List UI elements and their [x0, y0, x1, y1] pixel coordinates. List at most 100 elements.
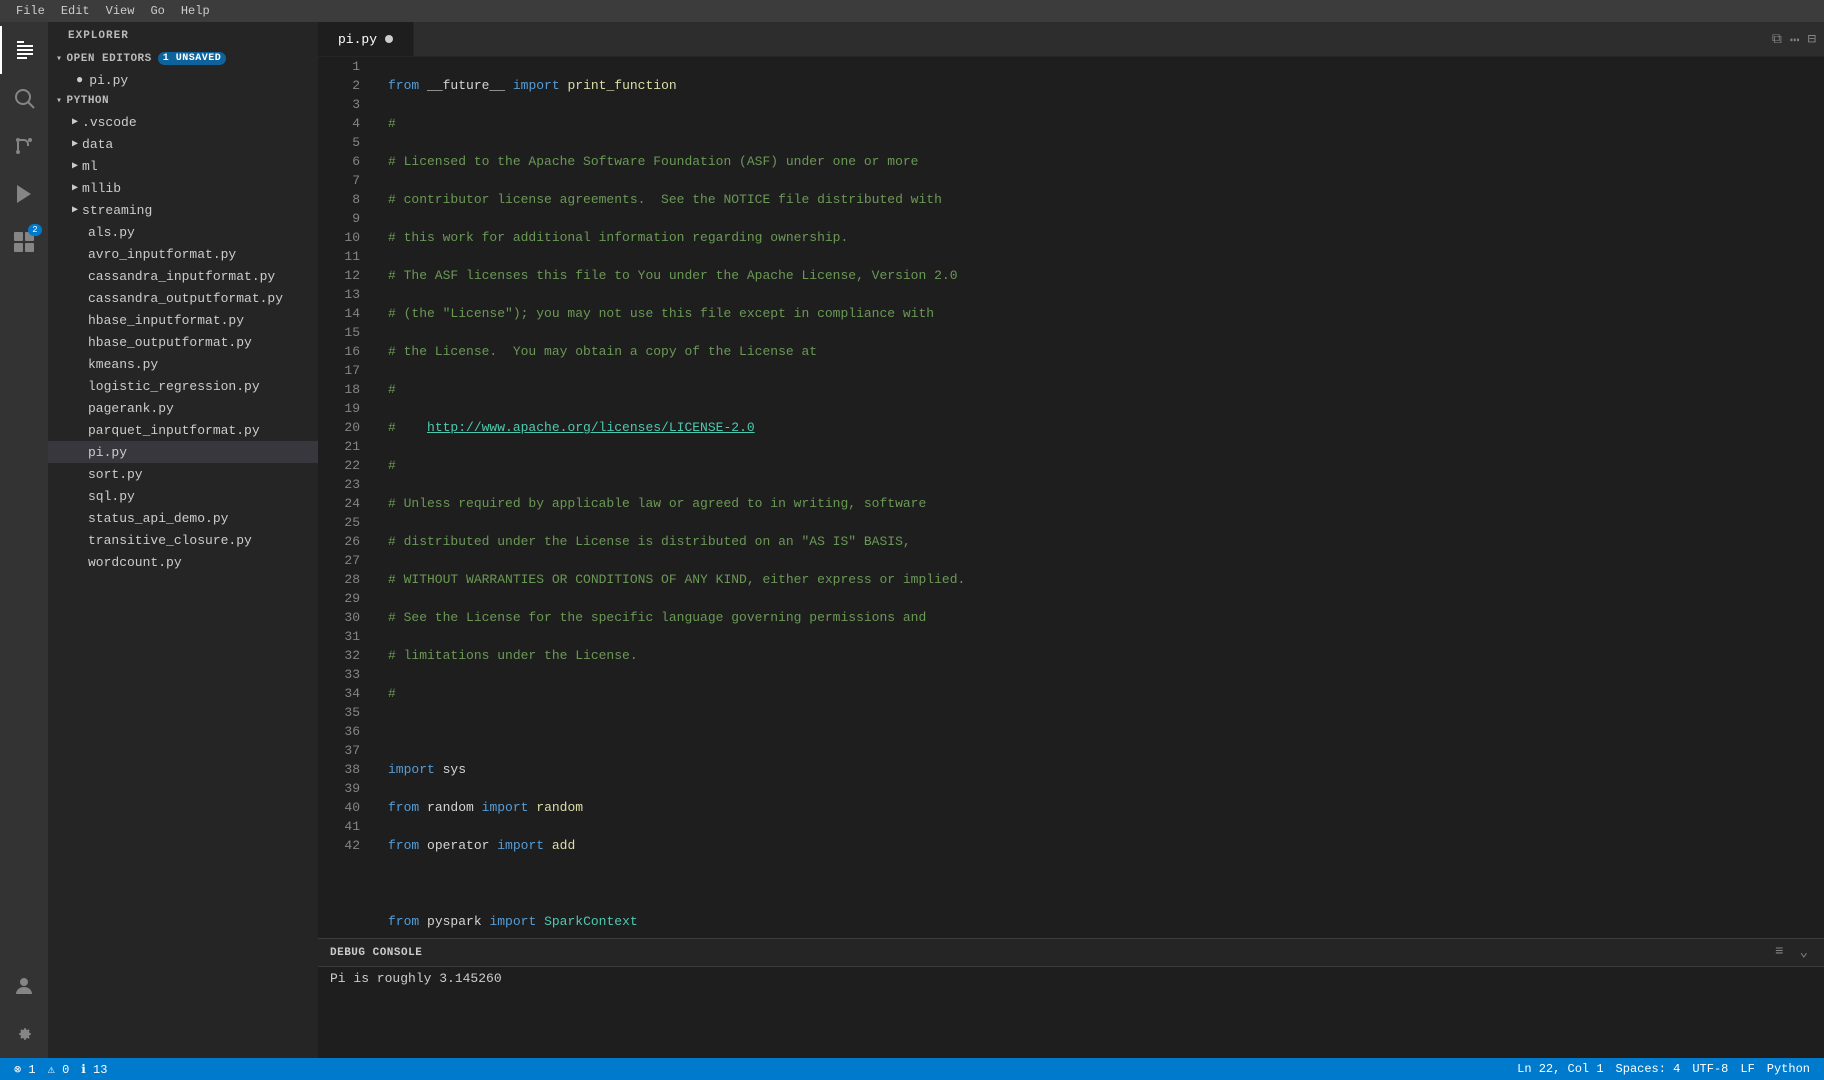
sidebar: Explorer ▾ Open Editors 1 Unsaved ● pi.p… [48, 22, 318, 1058]
folder-mllib-chevron: ▶ [72, 182, 78, 194]
menu-view[interactable]: View [98, 2, 143, 20]
debug-console-output: Pi is roughly 3.145260 [330, 971, 502, 986]
tab-filename: pi.py [338, 32, 377, 47]
file-pi-py[interactable]: pi.py [48, 441, 318, 463]
more-actions-icon[interactable]: ⋯ [1790, 30, 1800, 50]
editor-area: pi.py ⧉ ⋯ ⊟ 12345 678910 1112131415 1617… [318, 22, 1824, 1058]
status-info[interactable]: ℹ 13 [75, 1058, 113, 1080]
file-hbase-in-label: hbase_inputformat.py [88, 313, 244, 328]
explorer-icon[interactable] [0, 26, 48, 74]
status-warnings[interactable]: ⚠ 0 [42, 1058, 76, 1080]
status-line-col-label: Ln 22, Col 1 [1517, 1062, 1603, 1076]
status-line-ending[interactable]: LF [1734, 1058, 1760, 1080]
status-spaces-label: Spaces: 4 [1616, 1062, 1681, 1076]
folder-mllib[interactable]: ▶ mllib [48, 177, 318, 199]
file-sql-label: sql.py [88, 489, 135, 504]
console-format-icon[interactable]: ≡ [1771, 942, 1787, 963]
console-expand-icon[interactable]: ⌄ [1796, 942, 1812, 963]
source-control-icon[interactable] [0, 122, 48, 170]
file-cassandra-out-py[interactable]: cassandra_outputformat.py [48, 287, 318, 309]
file-sort-label: sort.py [88, 467, 143, 482]
folder-data-label: data [82, 137, 113, 152]
file-kmeans-py[interactable]: kmeans.py [48, 353, 318, 375]
file-icon: ● [76, 73, 83, 87]
file-cassandra-out-label: cassandra_outputformat.py [88, 291, 283, 306]
open-editor-pi-py[interactable]: ● pi.py [48, 69, 318, 91]
editor-tab-pi-py[interactable]: pi.py [318, 22, 414, 56]
folder-streaming[interactable]: ▶ streaming [48, 199, 318, 221]
python-chevron: ▾ [56, 95, 63, 107]
python-section-header[interactable]: ▾ Python [48, 91, 318, 111]
collapse-icon[interactable]: ⊟ [1808, 31, 1816, 48]
open-editors-header[interactable]: ▾ Open Editors 1 Unsaved [48, 48, 318, 69]
status-spaces[interactable]: Spaces: 4 [1610, 1058, 1687, 1080]
folder-vscode[interactable]: ▶ .vscode [48, 111, 318, 133]
status-bar: ⊗ 1 ⚠ 0 ℹ 13 Ln 22, Col 1 Spaces: 4 UTF-… [0, 1058, 1824, 1080]
account-icon[interactable] [0, 962, 48, 1010]
menu-help[interactable]: Help [173, 2, 218, 20]
status-language[interactable]: Python [1761, 1058, 1816, 1080]
open-editors-label: Open Editors [67, 53, 152, 65]
extensions-badge: 2 [28, 224, 42, 236]
menubar: File Edit View Go Help [0, 0, 1824, 22]
file-cassandra-in-py[interactable]: cassandra_inputformat.py [48, 265, 318, 287]
menu-edit[interactable]: Edit [53, 2, 98, 20]
file-transitive-py[interactable]: transitive_closure.py [48, 529, 318, 551]
file-status-api-label: status_api_demo.py [88, 511, 228, 526]
menu-go[interactable]: Go [142, 2, 172, 20]
status-info-label: ℹ 13 [81, 1062, 107, 1077]
file-pagerank-py[interactable]: pagerank.py [48, 397, 318, 419]
python-label: Python [67, 95, 110, 107]
code-lines[interactable]: from __future__ import print_function # … [368, 57, 1824, 938]
folder-ml[interactable]: ▶ ml [48, 155, 318, 177]
line-numbers: 12345 678910 1112131415 1617181920 21222… [318, 57, 368, 938]
file-kmeans-label: kmeans.py [88, 357, 158, 372]
status-language-label: Python [1767, 1062, 1810, 1076]
file-wordcount-py[interactable]: wordcount.py [48, 551, 318, 573]
file-pi-label: pi.py [88, 445, 127, 460]
file-transitive-label: transitive_closure.py [88, 533, 252, 548]
menu-file[interactable]: File [8, 2, 53, 20]
tab-modified-dot [385, 35, 393, 43]
run-icon[interactable] [0, 170, 48, 218]
editor-content[interactable]: 12345 678910 1112131415 1617181920 21222… [318, 57, 1824, 1058]
status-encoding-label: UTF-8 [1692, 1062, 1728, 1076]
file-status-api-py[interactable]: status_api_demo.py [48, 507, 318, 529]
file-pagerank-label: pagerank.py [88, 401, 174, 416]
open-editor-filename: pi.py [89, 73, 128, 88]
status-line-col[interactable]: Ln 22, Col 1 [1511, 1058, 1609, 1080]
settings-icon[interactable] [0, 1010, 48, 1058]
split-editor-icon[interactable]: ⧉ [1772, 32, 1782, 48]
status-warnings-label: ⚠ 0 [48, 1062, 70, 1077]
debug-console: Debug Console ≡ ⌄ Pi is roughly 3.145260 [318, 938, 1824, 1058]
extensions-icon[interactable]: 2 [0, 218, 48, 266]
file-cassandra-in-label: cassandra_inputformat.py [88, 269, 275, 284]
status-encoding[interactable]: UTF-8 [1686, 1058, 1734, 1080]
file-avro-label: avro_inputformat.py [88, 247, 236, 262]
file-logistic-py[interactable]: logistic_regression.py [48, 375, 318, 397]
activity-bar: 2 [0, 22, 48, 1058]
file-hbase-in-py[interactable]: hbase_inputformat.py [48, 309, 318, 331]
folder-streaming-chevron: ▶ [72, 204, 78, 216]
debug-console-content: Pi is roughly 3.145260 [318, 967, 1824, 1058]
file-sql-py[interactable]: sql.py [48, 485, 318, 507]
folder-ml-chevron: ▶ [72, 160, 78, 172]
file-hbase-out-py[interactable]: hbase_outputformat.py [48, 331, 318, 353]
folder-vscode-label: .vscode [82, 115, 137, 130]
file-avro-py[interactable]: avro_inputformat.py [48, 243, 318, 265]
file-sort-py[interactable]: sort.py [48, 463, 318, 485]
folder-vscode-chevron: ▶ [72, 116, 78, 128]
open-editors-chevron: ▾ [56, 53, 63, 65]
file-als-py[interactable]: als.py [48, 221, 318, 243]
search-icon[interactable] [0, 74, 48, 122]
folder-data[interactable]: ▶ data [48, 133, 318, 155]
debug-console-title: Debug Console [330, 947, 422, 959]
status-errors[interactable]: ⊗ 1 [8, 1058, 42, 1080]
folder-data-chevron: ▶ [72, 138, 78, 150]
file-parquet-py[interactable]: parquet_inputformat.py [48, 419, 318, 441]
file-parquet-label: parquet_inputformat.py [88, 423, 260, 438]
folder-mllib-label: mllib [82, 181, 121, 196]
debug-console-header: Debug Console ≡ ⌄ [318, 939, 1824, 967]
sidebar-title: Explorer [48, 22, 318, 48]
status-errors-label: ⊗ 1 [14, 1062, 36, 1077]
